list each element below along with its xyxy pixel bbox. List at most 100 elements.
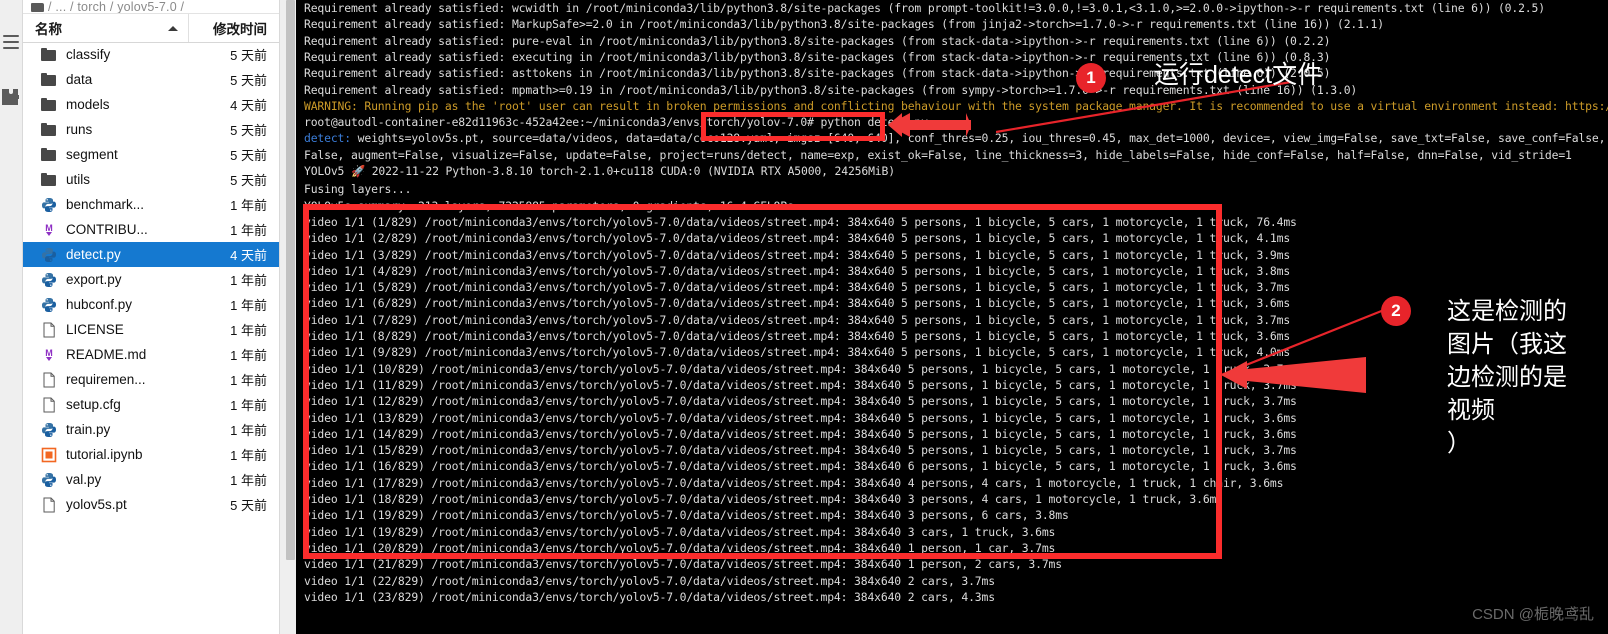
terminal-video-line-12: video 1/1 (12/829) /root/miniconda3/envs…	[304, 394, 1297, 409]
extensions-icon[interactable]	[2, 88, 23, 106]
file-row[interactable]: data 5 天前	[23, 67, 279, 92]
terminal-video-line-23: video 1/1 (22/829) /root/miniconda3/envs…	[304, 573, 995, 588]
markdown-file-icon: M	[41, 222, 57, 238]
file-name: tutorial.ipynb	[66, 447, 143, 462]
file-row[interactable]: utils 5 天前	[23, 167, 279, 192]
terminal-prompt-line: root@autodl-container-e82d11963c-452a42e…	[304, 115, 928, 130]
terminal-video-line-19: video 1/1 (19/829) /root/miniconda3/envs…	[304, 508, 1069, 523]
terminal-pip-line-2: Requirement already satisfied: MarkupSaf…	[304, 17, 1384, 32]
file-row[interactable]: setup.cfg 1 年前	[23, 392, 279, 417]
file-row[interactable]: val.py 1 年前	[23, 467, 279, 492]
python-file-icon	[41, 197, 57, 213]
terminal-video-line-18: video 1/1 (18/829) /root/miniconda3/envs…	[304, 492, 1223, 506]
file-name: hubconf.py	[66, 297, 133, 312]
file-row-selected[interactable]: detect.py 4 天前	[23, 242, 279, 267]
terminal-yolo-version-line: YOLOv5 🚀 2022-11-22 Python-3.8.10 torch-…	[304, 164, 895, 178]
terminal-video-line-24: video 1/1 (23/829) /root/miniconda3/envs…	[304, 589, 995, 604]
file-name: requiremen...	[66, 372, 146, 387]
markdown-file-icon: M	[41, 347, 57, 363]
terminal-warning-line: WARNING: Running pip as the 'root' user …	[304, 98, 1608, 113]
file-modified-time: 5 天前	[230, 48, 267, 63]
file-row[interactable]: classify 5 天前	[23, 42, 279, 67]
file-modified-time: 5 天前	[230, 498, 267, 513]
file-row[interactable]: M CONTRIBU... 1 年前	[23, 217, 279, 242]
text-file-icon	[41, 372, 57, 388]
file-modified-time: 1 年前	[230, 473, 267, 488]
file-name: runs	[66, 122, 93, 137]
file-modified-time: 1 年前	[230, 423, 267, 438]
file-row[interactable]: requiremen... 1 年前	[23, 367, 279, 392]
folder-icon	[41, 97, 57, 113]
file-modified-time: 1 年前	[230, 448, 267, 463]
file-name: README.md	[66, 347, 147, 362]
svg-text:M: M	[45, 223, 53, 233]
terminal-video-line-5: video 1/1 (5/829) /root/miniconda3/envs/…	[304, 280, 1291, 295]
file-name: classify	[66, 47, 111, 62]
text-file-icon	[41, 322, 57, 338]
callout-2-badge: 2	[1381, 296, 1411, 326]
menu-icon[interactable]	[3, 35, 19, 49]
file-row[interactable]: models 4 天前	[23, 92, 279, 117]
terminal-video-line-22: video 1/1 (21/829) /root/miniconda3/envs…	[304, 557, 1062, 572]
file-row[interactable]: tutorial.ipynb 1 年前	[23, 442, 279, 467]
file-list[interactable]: classify 5 天前 data 5 天前 models 4 天前 runs 5 天前 se…	[23, 42, 279, 634]
text-file-icon	[41, 497, 57, 513]
file-modified-time: 1 年前	[230, 298, 267, 313]
column-header-name[interactable]: 名称	[23, 14, 189, 42]
folder-icon	[31, 3, 44, 12]
sort-ascending-icon	[168, 25, 178, 31]
file-row[interactable]: runs 5 天前	[23, 117, 279, 142]
file-modified-time: 1 年前	[230, 273, 267, 288]
file-name: CONTRIBU...	[66, 222, 148, 237]
file-modified-time: 1 年前	[230, 198, 267, 213]
notebook-file-icon	[41, 447, 57, 463]
folder-icon	[41, 122, 57, 138]
breadcrumb[interactable]: / ... / torch / yolov5-7.0 /	[23, 0, 279, 13]
file-row[interactable]: segment 5 天前	[23, 142, 279, 167]
column-headers: 名称 修改时间	[23, 13, 279, 43]
callout-1-badge: 1	[1076, 63, 1106, 93]
terminal-video-line-2: video 1/1 (2/829) /root/miniconda3/envs/…	[304, 231, 1291, 246]
folder-icon	[41, 47, 57, 63]
terminal-video-line-21: video 1/1 (20/829) /root/miniconda3/envs…	[304, 540, 1056, 555]
file-modified-time: 5 天前	[230, 123, 267, 138]
explorer-panel: / ... / torch / yolov5-7.0 / 名称 修改时间 cla…	[22, 0, 280, 634]
file-name: models	[66, 97, 110, 112]
file-row[interactable]: benchmark... 1 年前	[23, 192, 279, 217]
folder-icon	[41, 147, 57, 163]
watermark: CSDN @栀晚鸢乱	[1472, 606, 1594, 623]
file-modified-time: 5 天前	[230, 73, 267, 88]
svg-text:M: M	[45, 348, 53, 358]
terminal-video-line-1: video 1/1 (1/829) /root/miniconda3/envs/…	[304, 214, 1297, 229]
column-header-modified[interactable]: 修改时间	[189, 18, 279, 38]
text-file-icon	[41, 397, 57, 413]
file-name: utils	[66, 172, 91, 187]
file-name: yolov5s.pt	[66, 497, 127, 512]
file-row[interactable]: yolov5s.pt 5 天前	[23, 492, 279, 517]
callout-2-text: 这是检测的 图片（我这 边检测的是 视频 ）	[1447, 298, 1567, 457]
file-name: detect.py	[66, 247, 121, 262]
file-name: export.py	[66, 272, 122, 287]
terminal-video-line-6: video 1/1 (6/829) /root/miniconda3/envs/…	[304, 296, 1291, 311]
terminal-pip-line-3: Requirement already satisfied: pure-eval…	[304, 33, 1331, 48]
explorer-scrollbar[interactable]	[285, 0, 296, 634]
file-row[interactable]: LICENSE 1 年前	[23, 317, 279, 342]
file-modified-time: 5 天前	[230, 173, 267, 188]
file-row[interactable]: hubconf.py 1 年前	[23, 292, 279, 317]
file-row[interactable]: train.py 1 年前	[23, 417, 279, 442]
file-row[interactable]: export.py 1 年前	[23, 267, 279, 292]
terminal-video-line-4: video 1/1 (4/829) /root/miniconda3/envs/…	[304, 263, 1291, 278]
python-file-icon	[41, 422, 57, 438]
scrollbar-thumb[interactable]	[286, 0, 295, 560]
terminal-video-line-16: video 1/1 (16/829) /root/miniconda3/envs…	[304, 459, 1297, 474]
terminal-pane[interactable]: Requirement already satisfied: wcwidth i…	[296, 0, 1608, 634]
terminal-pip-line-1: Requirement already satisfied: wcwidth i…	[304, 1, 1545, 15]
file-modified-time: 4 天前	[230, 248, 267, 263]
python-file-icon	[41, 297, 57, 313]
file-name: train.py	[66, 422, 111, 437]
folder-icon	[41, 172, 57, 188]
file-name: val.py	[66, 472, 102, 487]
file-name: data	[66, 72, 93, 87]
terminal-detect-args-line-2: False, augment=False, visualize=False, u…	[304, 147, 1572, 162]
file-row[interactable]: M README.md 1 年前	[23, 342, 279, 367]
